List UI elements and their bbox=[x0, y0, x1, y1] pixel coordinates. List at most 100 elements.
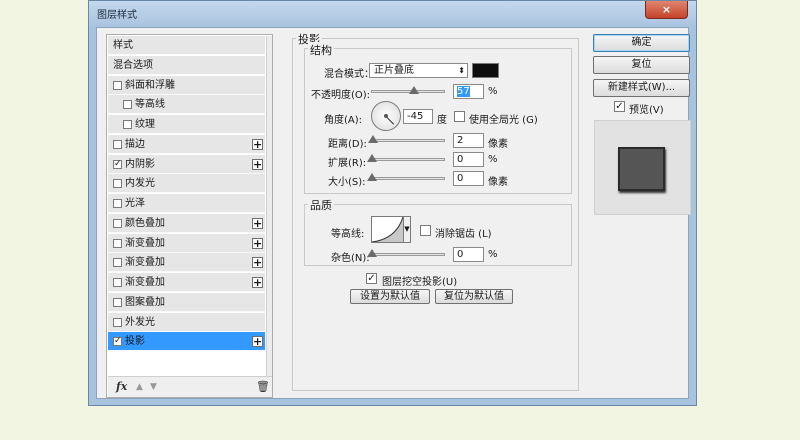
anti-alias-label: 消除锯齿 (L) bbox=[435, 229, 492, 240]
global-light-checkbox[interactable] bbox=[454, 111, 465, 122]
style-checkbox[interactable] bbox=[113, 317, 122, 327]
move-up-icon[interactable]: ▲ bbox=[136, 382, 143, 392]
layer-style-dialog: 图层样式 × 样式混合选项斜面和浮雕等高线纹理描边 + ✓ 内阴影 + 内发光光泽颜色叠加… bbox=[88, 0, 697, 406]
style-list-item[interactable]: 等高线 bbox=[108, 95, 265, 115]
style-list-item[interactable]: 颜色叠加 + bbox=[108, 213, 265, 233]
structure-title: 结构 bbox=[308, 42, 334, 58]
style-checkbox[interactable] bbox=[123, 120, 132, 129]
ok-button[interactable]: 确定 bbox=[593, 34, 690, 52]
size-slider[interactable] bbox=[367, 173, 445, 181]
reset-button[interactable]: 复位 bbox=[593, 56, 690, 74]
add-effect-plus-icon[interactable]: + bbox=[252, 237, 263, 249]
global-light-label: 使用全局光 (G) bbox=[469, 115, 538, 126]
style-list-item[interactable]: 斜面和浮雕 bbox=[108, 75, 265, 95]
add-effect-plus-icon[interactable]: + bbox=[252, 336, 263, 348]
title-bar[interactable]: 图层样式 × bbox=[89, 1, 696, 27]
style-checkbox[interactable]: ✓ bbox=[113, 337, 122, 347]
add-effect-plus-icon[interactable]: + bbox=[252, 138, 263, 150]
add-effect-plus-icon[interactable]: + bbox=[252, 257, 263, 269]
style-checkbox[interactable] bbox=[113, 80, 122, 90]
preview-thumbnail bbox=[618, 147, 665, 191]
style-checkbox[interactable] bbox=[113, 278, 122, 287]
spread-input[interactable]: 0 bbox=[453, 152, 484, 167]
select-arrow-icon: ⬍ bbox=[458, 66, 465, 75]
style-checkbox[interactable] bbox=[113, 218, 122, 228]
opacity-slider[interactable] bbox=[371, 86, 445, 94]
distance-input[interactable]: 2 bbox=[453, 133, 484, 148]
style-checkbox[interactable] bbox=[113, 258, 122, 268]
dialog-body: 样式 混合选项 斜面和浮雕 等高线 纹理 描边 + ✓ 内阴影 + 内发光 光泽 颜色叠加 + 渐变叠加 + 渐… bbox=[96, 27, 691, 399]
list-scrollbar[interactable] bbox=[266, 36, 272, 376]
blend-mode-value: 正片叠底 bbox=[374, 65, 414, 76]
style-list-item[interactable]: 纹理 bbox=[108, 115, 265, 134]
trash-icon[interactable]: 🗑 bbox=[256, 380, 270, 393]
move-down-icon[interactable]: ▼ bbox=[150, 382, 157, 392]
style-list-item-label: 光泽 bbox=[125, 198, 145, 209]
style-list-item[interactable]: 渐变叠加 + bbox=[108, 273, 265, 292]
style-list-item-label: 图案叠加 bbox=[125, 296, 165, 308]
distance-label: 距离(D): bbox=[328, 139, 367, 150]
fx-icon[interactable]: fx bbox=[116, 380, 127, 393]
style-list-item-label: 纹理 bbox=[135, 119, 155, 130]
set-default-button[interactable]: 设置为默认值 bbox=[350, 289, 430, 304]
shadow-color-swatch[interactable] bbox=[472, 63, 499, 78]
style-list-item[interactable]: 光泽 bbox=[108, 194, 265, 213]
style-list-item[interactable]: 描边 + bbox=[108, 134, 265, 154]
distance-slider[interactable] bbox=[368, 135, 445, 143]
noise-slider[interactable] bbox=[367, 249, 445, 257]
style-checkbox[interactable]: ✓ bbox=[113, 159, 122, 169]
noise-input[interactable]: 0 bbox=[453, 247, 484, 262]
reset-default-button[interactable]: 复位为默认值 bbox=[435, 289, 513, 304]
style-list-item-label: 混合选项 bbox=[113, 59, 153, 71]
style-list-item[interactable]: 渐变叠加 + bbox=[108, 233, 265, 253]
spread-slider[interactable] bbox=[367, 154, 445, 162]
contour-picker[interactable] bbox=[371, 216, 404, 243]
noise-slider-thumb[interactable] bbox=[367, 249, 377, 257]
contour-dropdown-icon[interactable]: ▼ bbox=[404, 216, 411, 243]
contour-curve-icon bbox=[371, 216, 404, 243]
blend-mode-select[interactable]: 正片叠底 ⬍ bbox=[369, 63, 468, 78]
style-checkbox[interactable] bbox=[123, 100, 132, 110]
size-label: 大小(S): bbox=[328, 177, 366, 188]
anti-alias-checkbox[interactable] bbox=[420, 225, 431, 236]
style-list-item[interactable]: 图案叠加 bbox=[108, 292, 265, 312]
style-list-item[interactable]: ✓ 投影 + bbox=[108, 332, 265, 352]
add-effect-plus-icon[interactable]: + bbox=[252, 158, 263, 170]
knockout-checkbox[interactable]: ✓ bbox=[366, 273, 377, 284]
style-checkbox[interactable] bbox=[113, 238, 122, 248]
style-checkbox[interactable] bbox=[113, 179, 122, 189]
style-list-item[interactable]: 内发光 bbox=[108, 174, 265, 194]
new-style-button[interactable]: 新建样式(W)... bbox=[593, 79, 690, 97]
distance-slider-thumb[interactable] bbox=[368, 135, 379, 143]
style-list-item-label: 渐变叠加 bbox=[125, 277, 165, 288]
style-list-item[interactable]: 混合选项 bbox=[108, 55, 265, 75]
knockout-label: 图层挖空投影(U) bbox=[382, 277, 458, 288]
style-list-item-label: 斜面和浮雕 bbox=[125, 79, 175, 91]
distance-unit: 像素 bbox=[488, 139, 508, 150]
opacity-slider-thumb[interactable] bbox=[409, 86, 420, 94]
style-checkbox[interactable] bbox=[113, 297, 122, 307]
add-effect-plus-icon[interactable]: + bbox=[252, 277, 263, 288]
angle-label: 角度(A): bbox=[324, 115, 363, 126]
style-list-item[interactable]: 样式 bbox=[108, 36, 265, 55]
style-checkbox[interactable] bbox=[113, 199, 122, 208]
add-effect-plus-icon[interactable]: + bbox=[252, 217, 263, 229]
angle-input[interactable]: -45 bbox=[403, 109, 433, 124]
window-title: 图层样式 bbox=[97, 10, 137, 21]
preview-label: 预览(V) bbox=[629, 105, 664, 116]
style-list-item[interactable]: 外发光 bbox=[108, 312, 265, 332]
preview-checkbox[interactable]: ✓ bbox=[614, 101, 625, 112]
size-input[interactable]: 0 bbox=[453, 171, 484, 186]
angle-dial[interactable] bbox=[371, 101, 401, 131]
close-button[interactable]: × bbox=[645, 1, 688, 19]
opacity-input[interactable]: 57 bbox=[453, 84, 484, 99]
style-list-item[interactable]: 渐变叠加 + bbox=[108, 253, 265, 273]
size-slider-thumb[interactable] bbox=[367, 173, 377, 181]
style-checkbox[interactable] bbox=[113, 139, 122, 149]
preview-area bbox=[594, 120, 691, 215]
style-list-item-label: 样式 bbox=[113, 40, 133, 51]
spread-slider-thumb[interactable] bbox=[367, 154, 377, 162]
size-unit: 像素 bbox=[488, 177, 508, 188]
style-list-item[interactable]: ✓ 内阴影 + bbox=[108, 154, 265, 174]
angle-unit: 度 bbox=[437, 115, 447, 126]
